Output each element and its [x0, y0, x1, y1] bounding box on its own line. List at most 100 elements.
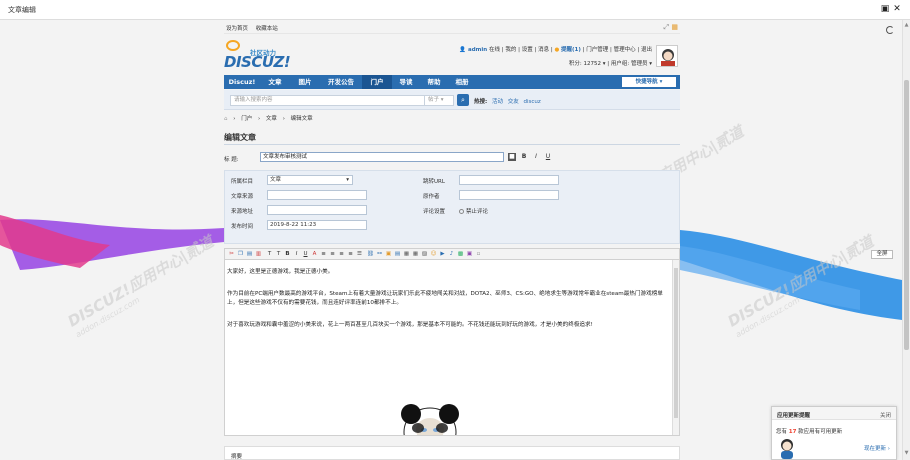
editor-toolbar: ✂ ❐ ▤ ▥ T T B I U A ≡ ≡ ≡ ≡ ☰ ⛓ ⚯ ▣ ▤ ▦ …	[224, 248, 893, 260]
quote-icon[interactable]: ▨	[421, 251, 428, 258]
image-icon[interactable]: ▣	[385, 251, 392, 258]
audio-icon[interactable]: ♪	[448, 251, 455, 258]
code-icon[interactable]: ▦	[403, 251, 410, 258]
editor-content[interactable]: 大家好，这里是正德游戏，我是正德小美。 作为目前在PC端用户数最高的游戏平台，S…	[224, 260, 680, 436]
notice-text: 您有 17 款应用有可用更新	[776, 429, 843, 435]
quick-nav-button[interactable]: 快捷导航 ▾	[622, 77, 676, 87]
points-link[interactable]: 积分: 12752	[569, 61, 601, 67]
set-homepage-link[interactable]: 设为首页	[226, 26, 248, 32]
hot-search-link[interactable]: 交友	[508, 99, 519, 105]
scroll-up-icon[interactable]: ▲	[903, 22, 910, 28]
admin-center-link[interactable]: 管理中心	[614, 47, 636, 53]
underline-icon[interactable]: U	[302, 251, 309, 258]
disable-comment-checkbox[interactable]: 禁止评论	[459, 207, 488, 215]
source-label: 文章来源	[231, 194, 254, 200]
flash-icon[interactable]: ▩	[457, 251, 464, 258]
text-color-icon[interactable]: A	[311, 251, 318, 258]
copy-icon[interactable]: ❐	[237, 251, 244, 258]
font-icon[interactable]: T	[275, 251, 282, 258]
settings-link[interactable]: 设置	[522, 47, 533, 53]
bookmark-site-link[interactable]: 收藏本站	[256, 26, 278, 32]
nav-item-guide[interactable]: 导读	[392, 75, 420, 89]
hot-search-link[interactable]: discuz	[523, 99, 540, 105]
nav-item-article[interactable]: 文章	[260, 75, 290, 89]
paste-text-icon[interactable]: ▥	[255, 251, 262, 258]
remind-link[interactable]: 提醒(1)	[561, 47, 581, 53]
publish-time-input[interactable]: 2019-8-22 11:23	[267, 220, 367, 230]
breadcrumb-edit-article: 编辑文章	[290, 116, 313, 122]
ordered-list-icon[interactable]: ☰	[356, 251, 363, 258]
breadcrumb-portal[interactable]: 门户	[241, 116, 252, 122]
pin-icon[interactable]: ▣	[880, 4, 890, 14]
source-input[interactable]	[267, 190, 367, 200]
title-italic-button[interactable]: I	[532, 153, 540, 161]
hot-search-link[interactable]: 活动	[492, 99, 503, 105]
search-icon: ⌕	[461, 96, 465, 104]
home-icon[interactable]: ⌂	[224, 116, 228, 122]
username-link[interactable]: admin	[468, 47, 487, 53]
justify-icon[interactable]: ≡	[347, 251, 354, 258]
online-status[interactable]: 在线	[489, 47, 500, 53]
my-link[interactable]: 我的	[505, 47, 516, 53]
search-button[interactable]: ⌕	[457, 94, 469, 106]
editor-paragraph: 作为目前在PC端用户数最高的游戏平台，Steam上有着大量游戏让玩家们乐此不疲地…	[227, 291, 663, 306]
paste-icon[interactable]: ▤	[246, 251, 253, 258]
nav-item-help[interactable]: 帮助	[420, 75, 448, 89]
page-break-icon[interactable]: ▣	[466, 251, 473, 258]
link-icon[interactable]: ⛓	[367, 251, 374, 258]
title-input[interactable]: 文章发布审核测试	[260, 152, 504, 162]
editor-scrollbar[interactable]	[672, 260, 679, 435]
font-size-icon[interactable]: T	[266, 251, 273, 258]
attachment-icon[interactable]: ▤	[394, 251, 401, 258]
smiley-icon[interactable]: ☺	[430, 251, 437, 258]
avatar[interactable]	[656, 45, 678, 67]
panda-meme-image	[401, 404, 459, 435]
title-bold-button[interactable]: B	[520, 153, 528, 161]
source-url-input[interactable]	[267, 205, 367, 215]
nav-item-discuz[interactable]: Discuz!	[224, 75, 260, 89]
messages-link[interactable]: 消息	[538, 47, 549, 53]
bold-icon[interactable]: B	[284, 251, 291, 258]
notice-close-button[interactable]: 关闭	[880, 411, 891, 419]
nav-item-album[interactable]: 相册	[448, 75, 476, 89]
abstract-label: 摘要	[231, 454, 243, 460]
author-input[interactable]	[459, 190, 559, 200]
fullscreen-button[interactable]: 全屏	[871, 250, 893, 259]
title-color-button[interactable]: ■	[508, 153, 516, 161]
unlink-icon[interactable]: ⚯	[376, 251, 383, 258]
portal-admin-link[interactable]: 门户管理	[586, 47, 608, 53]
breadcrumb-article[interactable]: 文章	[266, 116, 277, 122]
jump-url-label: 跳转URL	[423, 179, 445, 185]
close-icon[interactable]: ✕	[892, 4, 902, 14]
align-center-icon[interactable]: ≡	[329, 251, 336, 258]
page-scrollbar[interactable]: ▲ ▼	[902, 20, 910, 460]
search-input[interactable]: 请输入搜索内容	[230, 95, 428, 106]
category-select[interactable]: 文章 ▾	[267, 175, 353, 185]
align-left-icon[interactable]: ≡	[320, 251, 327, 258]
more-icon[interactable]: ▫	[475, 251, 482, 258]
table-icon[interactable]: ▦	[412, 251, 419, 258]
title-underline-button[interactable]: U	[544, 153, 552, 161]
nav-item-dev-notice[interactable]: 开发公告	[320, 75, 362, 89]
nav-item-pictures[interactable]: 图片	[290, 75, 320, 89]
align-right-icon[interactable]: ≡	[338, 251, 345, 258]
expand-icon[interactable]: ⤢	[664, 23, 670, 31]
style-icon[interactable]: ▦	[671, 23, 678, 31]
window-titlebar: 文章编辑 ▣ ✕	[0, 0, 910, 20]
nav-item-portal[interactable]: 门户	[362, 75, 392, 89]
video-icon[interactable]: ▶	[439, 251, 446, 258]
editor-paragraph: 大家好，这里是正德游戏，我是正德小美。	[227, 269, 334, 275]
cut-icon[interactable]: ✂	[228, 251, 235, 258]
scroll-down-icon[interactable]: ▼	[903, 450, 910, 456]
search-scope-select[interactable]: 帖子 ▾	[424, 95, 454, 106]
scrollbar-thumb[interactable]	[904, 80, 909, 350]
jump-url-input[interactable]	[459, 175, 559, 185]
logout-link[interactable]: 退出	[641, 47, 652, 53]
update-now-link[interactable]: 现在更新 ›	[864, 444, 890, 452]
publish-time-label: 发布时间	[231, 224, 254, 230]
site-logo[interactable]: 社区动力 DISCUZ!	[224, 38, 294, 71]
user-group-link[interactable]: 用户组: 管理员	[611, 61, 648, 67]
italic-icon[interactable]: I	[293, 251, 300, 258]
title-label: 标 题:	[224, 157, 239, 163]
abstract-section: 摘要	[224, 446, 680, 460]
